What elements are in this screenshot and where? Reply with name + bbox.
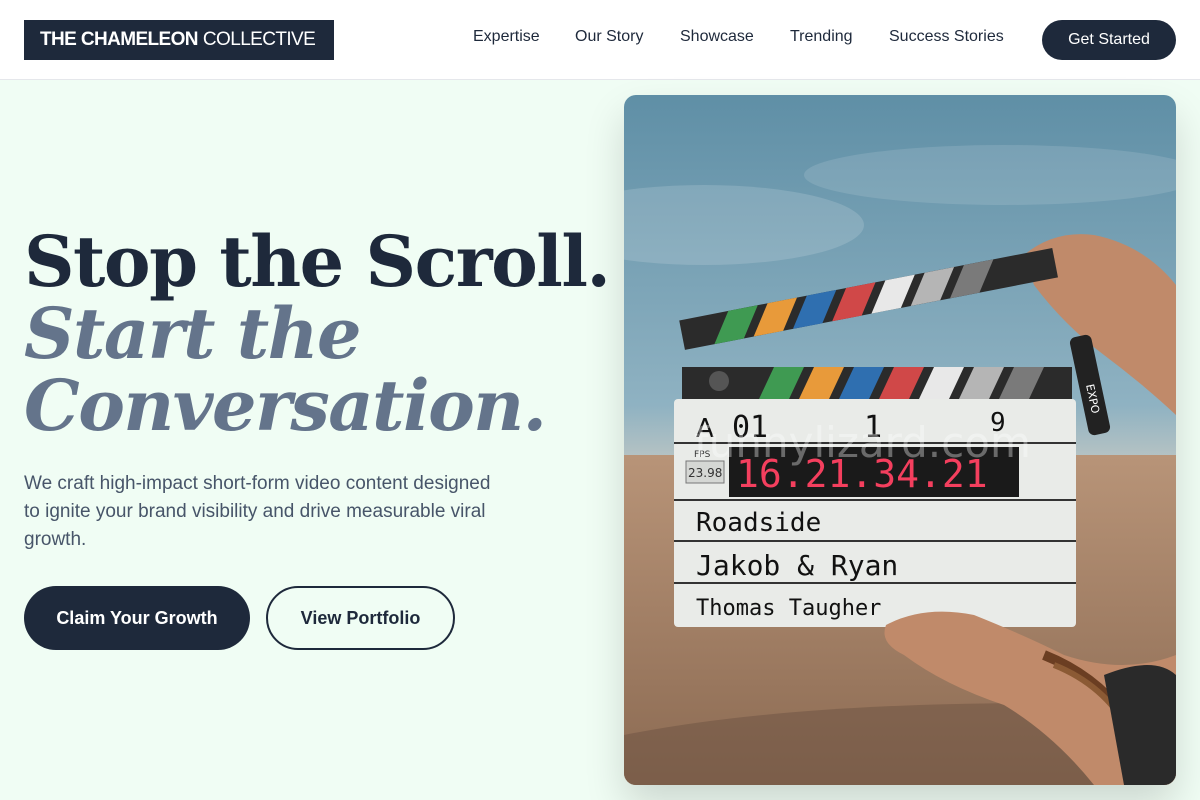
hero-headline-line2: Start the	[24, 292, 362, 375]
brand-logo[interactable]: THE CHAMELEON COLLECTIVE	[24, 20, 334, 60]
nav-link-expertise[interactable]: Expertise	[473, 28, 540, 46]
nav-link-trending[interactable]: Trending	[790, 28, 853, 46]
site-header: THE CHAMELEON COLLECTIVE Expertise Our S…	[0, 0, 1200, 80]
brand-name-light: COLLECTIVE	[202, 29, 316, 50]
slate-production: Roadside	[696, 508, 821, 538]
slate-director: Jakob & Ryan	[696, 549, 898, 582]
get-started-button[interactable]: Get Started	[1042, 20, 1176, 60]
brand-name-bold: THE CHAMELEON	[40, 29, 199, 50]
claim-your-growth-button[interactable]: Claim Your Growth	[24, 586, 250, 650]
image-watermark: funnylizard.com	[694, 418, 1031, 467]
clapperboard-photo: EXPO A 01 1 9 FPS 23.98 16.21.34.21 Road…	[624, 95, 1176, 785]
view-portfolio-button[interactable]: View Portfolio	[266, 586, 455, 650]
hero-subtitle: We craft high-impact short-form video co…	[24, 473, 491, 550]
clapper-stick-bottom	[682, 367, 1072, 399]
nav-link-success-stories[interactable]: Success Stories	[889, 28, 1004, 46]
slate-camera: Thomas Taugher	[696, 596, 881, 621]
hero-headline: Stop the Scroll. Start the Conversation.	[24, 220, 611, 447]
slate-fps-value: 23.98	[688, 466, 722, 480]
hero-headline-line1: Stop the Scroll.	[24, 220, 611, 303]
nav-link-showcase[interactable]: Showcase	[680, 28, 754, 46]
hero-image: EXPO A 01 1 9 FPS 23.98 16.21.34.21 Road…	[624, 95, 1176, 785]
hero-headline-line3: Conversation.	[24, 364, 547, 447]
nav-link-our-story[interactable]: Our Story	[575, 28, 643, 46]
